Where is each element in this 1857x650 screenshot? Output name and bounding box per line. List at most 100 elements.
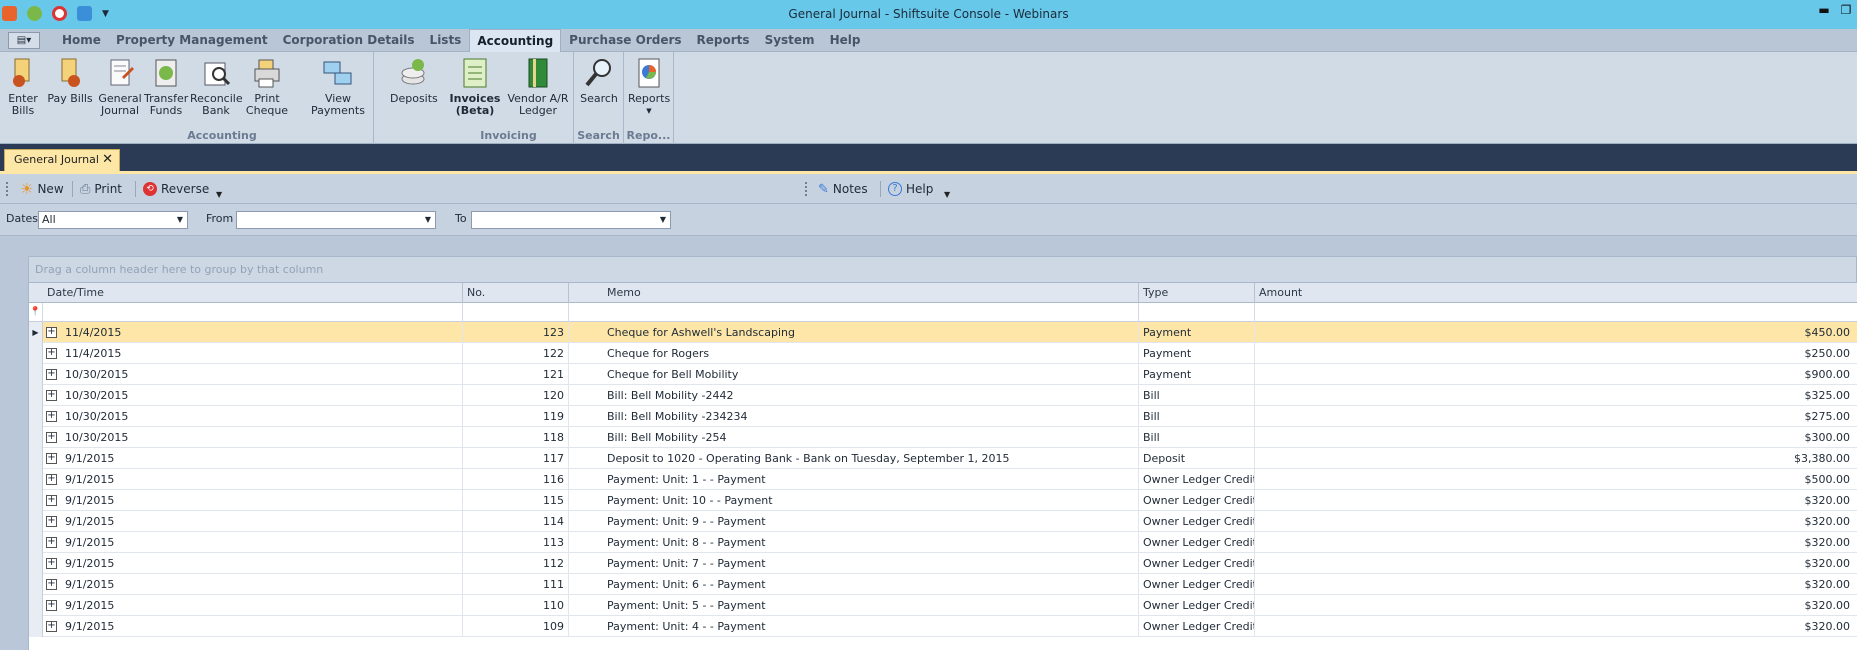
- row-indicator[interactable]: [29, 427, 43, 448]
- minimize-button[interactable]: ▬: [1813, 0, 1835, 20]
- expand-row-icon[interactable]: +: [46, 537, 57, 548]
- tab-home[interactable]: Home: [55, 29, 108, 52]
- table-row[interactable]: +10/30/2015 120 Bill: Bell Mobility -2442 B…: [29, 385, 1857, 406]
- table-row[interactable]: +9/1/2015 110 Payment: Unit: 5 - - Payment…: [29, 595, 1857, 616]
- print-cheque-button[interactable]: Print Cheque: [244, 56, 290, 117]
- new-button[interactable]: ☀ New: [20, 180, 64, 198]
- table-row[interactable]: +9/1/2015 114 Payment: Unit: 9 - - Payment…: [29, 511, 1857, 532]
- reconcile-bank-button[interactable]: Reconcile Bank: [190, 56, 243, 117]
- toolbar-overflow-icon[interactable]: ▼: [944, 190, 950, 199]
- row-indicator[interactable]: [29, 385, 43, 406]
- row-indicator[interactable]: [29, 553, 43, 574]
- restore-button[interactable]: ❐: [1835, 0, 1857, 20]
- tab-system[interactable]: System: [758, 29, 822, 52]
- reverse-button[interactable]: ⟲ Reverse: [143, 180, 209, 198]
- table-row[interactable]: +9/1/2015 115 Payment: Unit: 10 - - Paymen…: [29, 490, 1857, 511]
- table-row[interactable]: +9/1/2015 116 Payment: Unit: 1 - - Payment…: [29, 469, 1857, 490]
- row-indicator[interactable]: [29, 574, 43, 595]
- search-button[interactable]: Search: [578, 56, 620, 105]
- print-button[interactable]: ⎙ Print: [80, 180, 122, 198]
- toolbar-grip[interactable]: [805, 182, 808, 196]
- expand-row-icon[interactable]: +: [46, 474, 57, 485]
- column-header-no[interactable]: No.: [463, 283, 569, 303]
- reports-dropdown-icon[interactable]: ▼: [628, 105, 670, 117]
- notes-button[interactable]: ✎ Notes: [818, 180, 868, 198]
- ribbon-group-reports: Reports ▼ Repo...: [624, 52, 674, 144]
- expand-row-icon[interactable]: +: [46, 600, 57, 611]
- column-header-type[interactable]: Type: [1139, 283, 1255, 303]
- vendor-ar-ledger-button[interactable]: Vendor A/R Ledger: [506, 56, 570, 117]
- cell-memo: Payment: Unit: 9 - - Payment: [569, 511, 1139, 532]
- toolbar-grip[interactable]: [6, 182, 9, 196]
- row-indicator[interactable]: [29, 469, 43, 490]
- deposits-button[interactable]: Deposits: [390, 56, 438, 105]
- row-indicator[interactable]: [29, 511, 43, 532]
- table-row[interactable]: +11/4/2015 122 Cheque for Rogers Payment $25…: [29, 343, 1857, 364]
- column-header-date[interactable]: Date/Time: [43, 283, 463, 303]
- table-row[interactable]: +10/30/2015 121 Cheque for Bell Mobility Pa…: [29, 364, 1857, 385]
- filter-cell-no[interactable]: [463, 303, 569, 322]
- row-indicator[interactable]: [29, 595, 43, 616]
- invoices-beta-button[interactable]: Invoices (Beta): [448, 56, 502, 117]
- table-row[interactable]: +9/1/2015 112 Payment: Unit: 7 - - Payment…: [29, 553, 1857, 574]
- reports-button[interactable]: Reports ▼: [628, 56, 670, 117]
- dates-select[interactable]: All ▼: [38, 211, 188, 229]
- to-date-select[interactable]: ▼: [471, 211, 671, 229]
- row-indicator[interactable]: ▶: [29, 322, 43, 343]
- column-header-amount[interactable]: Amount: [1255, 283, 1857, 303]
- from-date-select[interactable]: ▼: [236, 211, 436, 229]
- expand-row-icon[interactable]: +: [46, 348, 57, 359]
- help-button[interactable]: ? Help: [888, 180, 933, 198]
- table-row[interactable]: +10/30/2015 118 Bill: Bell Mobility -254 Bi…: [29, 427, 1857, 448]
- view-payments-button[interactable]: View Payments: [300, 56, 376, 117]
- expand-row-icon[interactable]: +: [46, 579, 57, 590]
- row-indicator[interactable]: [29, 448, 43, 469]
- filter-cell-type[interactable]: [1139, 303, 1255, 322]
- expand-row-icon[interactable]: +: [46, 621, 57, 632]
- pay-bills-button[interactable]: Pay Bills: [44, 56, 96, 105]
- filter-cell-amount[interactable]: [1255, 303, 1857, 322]
- tab-purchase-orders[interactable]: Purchase Orders: [562, 29, 688, 52]
- tab-accounting[interactable]: Accounting: [469, 29, 562, 52]
- table-row[interactable]: +9/1/2015 117 Deposit to 1020 - Operating …: [29, 448, 1857, 469]
- expand-row-icon[interactable]: +: [46, 453, 57, 464]
- close-tab-icon[interactable]: ✕: [102, 150, 113, 170]
- ribbon-group-label: Accounting: [187, 129, 257, 142]
- toolbar-overflow-icon[interactable]: ▼: [216, 190, 222, 199]
- expand-row-icon[interactable]: +: [46, 411, 57, 422]
- row-indicator[interactable]: [29, 616, 43, 637]
- table-row[interactable]: +9/1/2015 109 Payment: Unit: 4 - - Payment…: [29, 616, 1857, 637]
- filter-cell-date[interactable]: [43, 303, 463, 322]
- app-menu-button[interactable]: ▤▾: [8, 32, 40, 49]
- expand-row-icon[interactable]: +: [46, 495, 57, 506]
- expand-row-icon[interactable]: +: [46, 558, 57, 569]
- row-indicator[interactable]: [29, 406, 43, 427]
- table-row[interactable]: +9/1/2015 113 Payment: Unit: 8 - - Payment…: [29, 532, 1857, 553]
- transfer-funds-button[interactable]: Transfer Funds: [144, 56, 188, 117]
- row-indicator[interactable]: [29, 490, 43, 511]
- expand-row-icon[interactable]: +: [46, 516, 57, 527]
- tab-help[interactable]: Help: [823, 29, 868, 52]
- tab-property-management[interactable]: Property Management: [109, 29, 275, 52]
- expand-row-icon[interactable]: +: [46, 432, 57, 443]
- row-indicator[interactable]: [29, 343, 43, 364]
- table-row[interactable]: +10/30/2015 119 Bill: Bell Mobility -23423…: [29, 406, 1857, 427]
- table-row[interactable]: +9/1/2015 111 Payment: Unit: 6 - - Payment…: [29, 574, 1857, 595]
- group-by-panel[interactable]: Drag a column header here to group by th…: [28, 256, 1857, 283]
- filter-pin-icon[interactable]: 📍: [29, 303, 43, 322]
- expand-row-icon[interactable]: +: [46, 327, 57, 338]
- expand-row-icon[interactable]: +: [46, 390, 57, 401]
- tab-corporation-details[interactable]: Corporation Details: [276, 29, 422, 52]
- tab-lists[interactable]: Lists: [423, 29, 469, 52]
- table-row[interactable]: ▶ +11/4/2015 123 Cheque for Ashwell's Lands…: [29, 322, 1857, 343]
- expand-row-icon[interactable]: +: [46, 369, 57, 380]
- column-header-memo[interactable]: Memo: [569, 283, 1139, 303]
- tab-general-journal[interactable]: General Journal ✕: [4, 149, 120, 171]
- tab-reports[interactable]: Reports: [690, 29, 757, 52]
- filter-cell-memo[interactable]: [569, 303, 1139, 322]
- enter-bills-button[interactable]: Enter Bills: [4, 56, 42, 117]
- general-journal-button[interactable]: General Journal: [98, 56, 142, 117]
- cell-no: 122: [463, 343, 569, 364]
- row-indicator[interactable]: [29, 364, 43, 385]
- row-indicator[interactable]: [29, 532, 43, 553]
